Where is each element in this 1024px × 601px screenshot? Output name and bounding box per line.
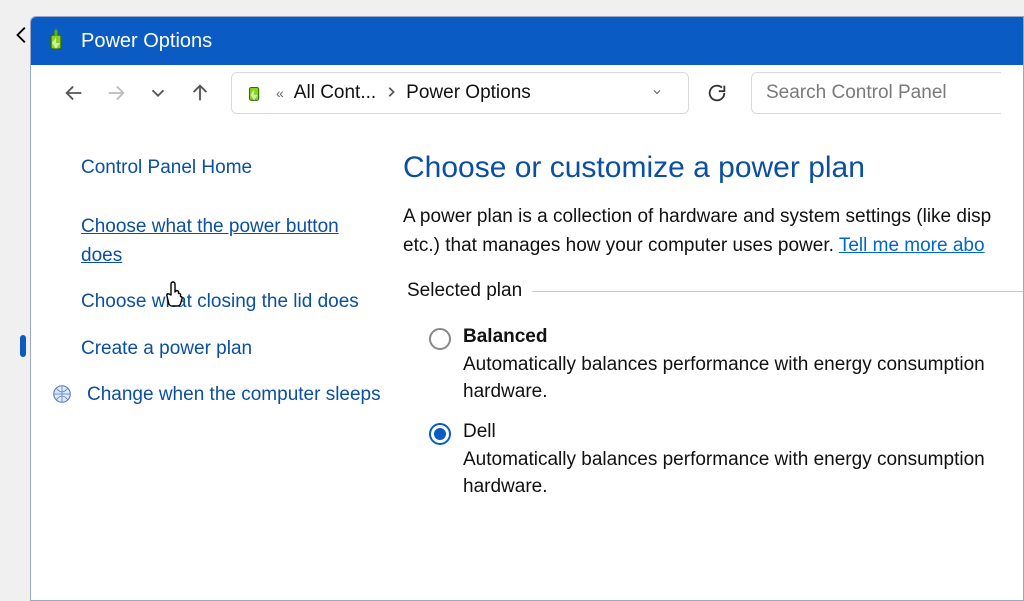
desc-line-2: etc.) that manages how your computer use… bbox=[403, 235, 839, 256]
sidebar: Control Panel Home Choose what the power… bbox=[31, 121, 403, 600]
sidebar-link-sleep-text: Change when the computer sleeps bbox=[87, 381, 381, 410]
window: Power Options « All Cont... Power Option… bbox=[30, 16, 1024, 601]
battery-icon bbox=[45, 29, 69, 53]
sidebar-link-create-plan[interactable]: Create a power plan bbox=[81, 335, 383, 364]
nav-back-outer-icon[interactable] bbox=[12, 24, 34, 46]
up-button[interactable] bbox=[179, 72, 221, 114]
page-description: A power plan is a collection of hardware… bbox=[403, 203, 1023, 260]
refresh-button[interactable] bbox=[693, 72, 741, 114]
sidebar-link-lid[interactable]: Choose what closing the lid does bbox=[81, 288, 383, 317]
address-dropdown[interactable] bbox=[638, 82, 676, 104]
radio-balanced[interactable] bbox=[429, 328, 451, 350]
forward-button[interactable] bbox=[95, 72, 137, 114]
tell-me-more-link[interactable]: Tell me more abo bbox=[839, 235, 985, 256]
nav-row: « All Cont... Power Options Search Contr… bbox=[31, 65, 1023, 121]
scroll-indicator bbox=[20, 335, 26, 357]
address-bar[interactable]: « All Cont... Power Options bbox=[231, 72, 689, 114]
back-button[interactable] bbox=[53, 72, 95, 114]
radio-dell[interactable] bbox=[429, 423, 451, 445]
page-heading: Choose or customize a power plan bbox=[403, 151, 1023, 185]
plan-legend: Selected plan bbox=[403, 280, 532, 302]
titlebar: Power Options bbox=[31, 17, 1023, 65]
cursor-hand-icon bbox=[164, 280, 188, 306]
plan-name-balanced: Balanced bbox=[463, 326, 1023, 348]
globe-shield-icon bbox=[51, 383, 73, 405]
plan-name-dell: Dell bbox=[463, 421, 1023, 443]
chevron-right-icon bbox=[386, 85, 396, 101]
content: Choose or customize a power plan A power… bbox=[403, 121, 1023, 600]
window-title: Power Options bbox=[81, 30, 212, 53]
desc-line-1: A power plan is a collection of hardware… bbox=[403, 206, 991, 227]
body: Control Panel Home Choose what the power… bbox=[31, 121, 1023, 600]
history-dropdown[interactable] bbox=[137, 72, 179, 114]
breadcrumb-part-0[interactable]: All Cont... bbox=[294, 82, 376, 104]
sidebar-title[interactable]: Control Panel Home bbox=[81, 157, 383, 179]
plan-desc-balanced: Automatically balances performance with … bbox=[463, 352, 1023, 405]
plan-option-balanced[interactable]: Balanced Automatically balances performa… bbox=[403, 310, 1023, 405]
address-icon bbox=[244, 82, 266, 104]
sidebar-link-power-button[interactable]: Choose what the power button does bbox=[81, 213, 383, 270]
breadcrumb-part-1[interactable]: Power Options bbox=[406, 82, 531, 104]
plan-desc-dell: Automatically balances performance with … bbox=[463, 447, 1023, 500]
sidebar-link-sleep[interactable]: Change when the computer sleeps bbox=[81, 381, 383, 410]
search-placeholder: Search Control Panel bbox=[766, 82, 947, 104]
breadcrumb-prefix: « bbox=[276, 85, 284, 101]
selected-plan-group: Selected plan Balanced Automatically bal… bbox=[403, 280, 1023, 500]
plan-option-dell[interactable]: Dell Automatically balances performance … bbox=[403, 405, 1023, 500]
search-input[interactable]: Search Control Panel bbox=[751, 72, 1001, 114]
